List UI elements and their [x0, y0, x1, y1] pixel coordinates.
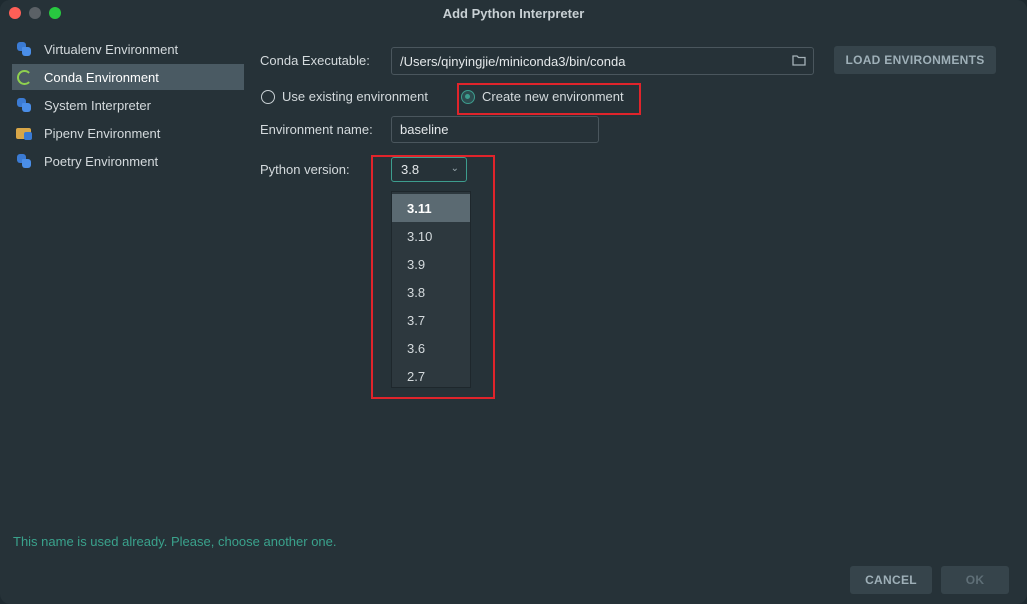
add-python-interpreter-dialog: Add Python Interpreter Virtualenv Enviro…	[0, 0, 1027, 604]
sidebar-item-label: Virtualenv Environment	[44, 41, 179, 57]
pipenv-folder-icon	[16, 125, 32, 141]
cancel-button[interactable]: CANCEL	[850, 566, 932, 594]
title-bar: Add Python Interpreter	[0, 0, 1027, 26]
ok-button[interactable]: OK	[941, 566, 1009, 594]
python-version-label: Python version:	[260, 162, 350, 177]
conda-executable-field[interactable]: /Users/qinyingjie/miniconda3/bin/conda	[391, 47, 814, 75]
python-icon	[16, 97, 32, 113]
python-icon	[16, 153, 32, 169]
sidebar-item-label: Conda Environment	[44, 69, 159, 85]
radio-circle[interactable]	[261, 89, 275, 104]
load-environments-button[interactable]: LOAD ENVIRONMENTS	[834, 46, 996, 74]
sidebar-item-conda[interactable]: Conda Environment	[12, 64, 244, 90]
python-icon	[16, 41, 32, 57]
dialog-title: Add Python Interpreter	[442, 6, 585, 21]
sidebar-item-label: Poetry Environment	[44, 153, 159, 169]
sidebar-item-virtualenv[interactable]: Virtualenv Environment	[12, 36, 244, 62]
environment-name-input[interactable]: baseline	[391, 116, 599, 143]
sidebar-item-poetry[interactable]: Poetry Environment	[12, 148, 244, 174]
sidebar-item-pipenv[interactable]: Pipenv Environment	[12, 120, 244, 146]
use-existing-label: Use existing environment	[282, 89, 428, 104]
conda-executable-label: Conda Executable:	[260, 53, 370, 68]
sidebar-item-label: System Interpreter	[44, 97, 151, 113]
validation-error-message: This name is used already. Please, choos…	[13, 534, 337, 549]
conda-icon	[17, 69, 32, 85]
annotation-highlight-python-version	[371, 155, 495, 399]
sidebar-item-system-interpreter[interactable]: System Interpreter	[12, 92, 244, 118]
sidebar-item-label: Pipenv Environment	[44, 125, 161, 141]
folder-browse-icon[interactable]	[792, 54, 806, 66]
conda-executable-value: /Users/qinyingjie/miniconda3/bin/conda	[400, 53, 626, 69]
use-existing-radio[interactable]: Use existing environment	[261, 89, 428, 104]
environment-name-label: Environment name:	[260, 122, 373, 137]
annotation-highlight-create-new	[457, 83, 641, 115]
